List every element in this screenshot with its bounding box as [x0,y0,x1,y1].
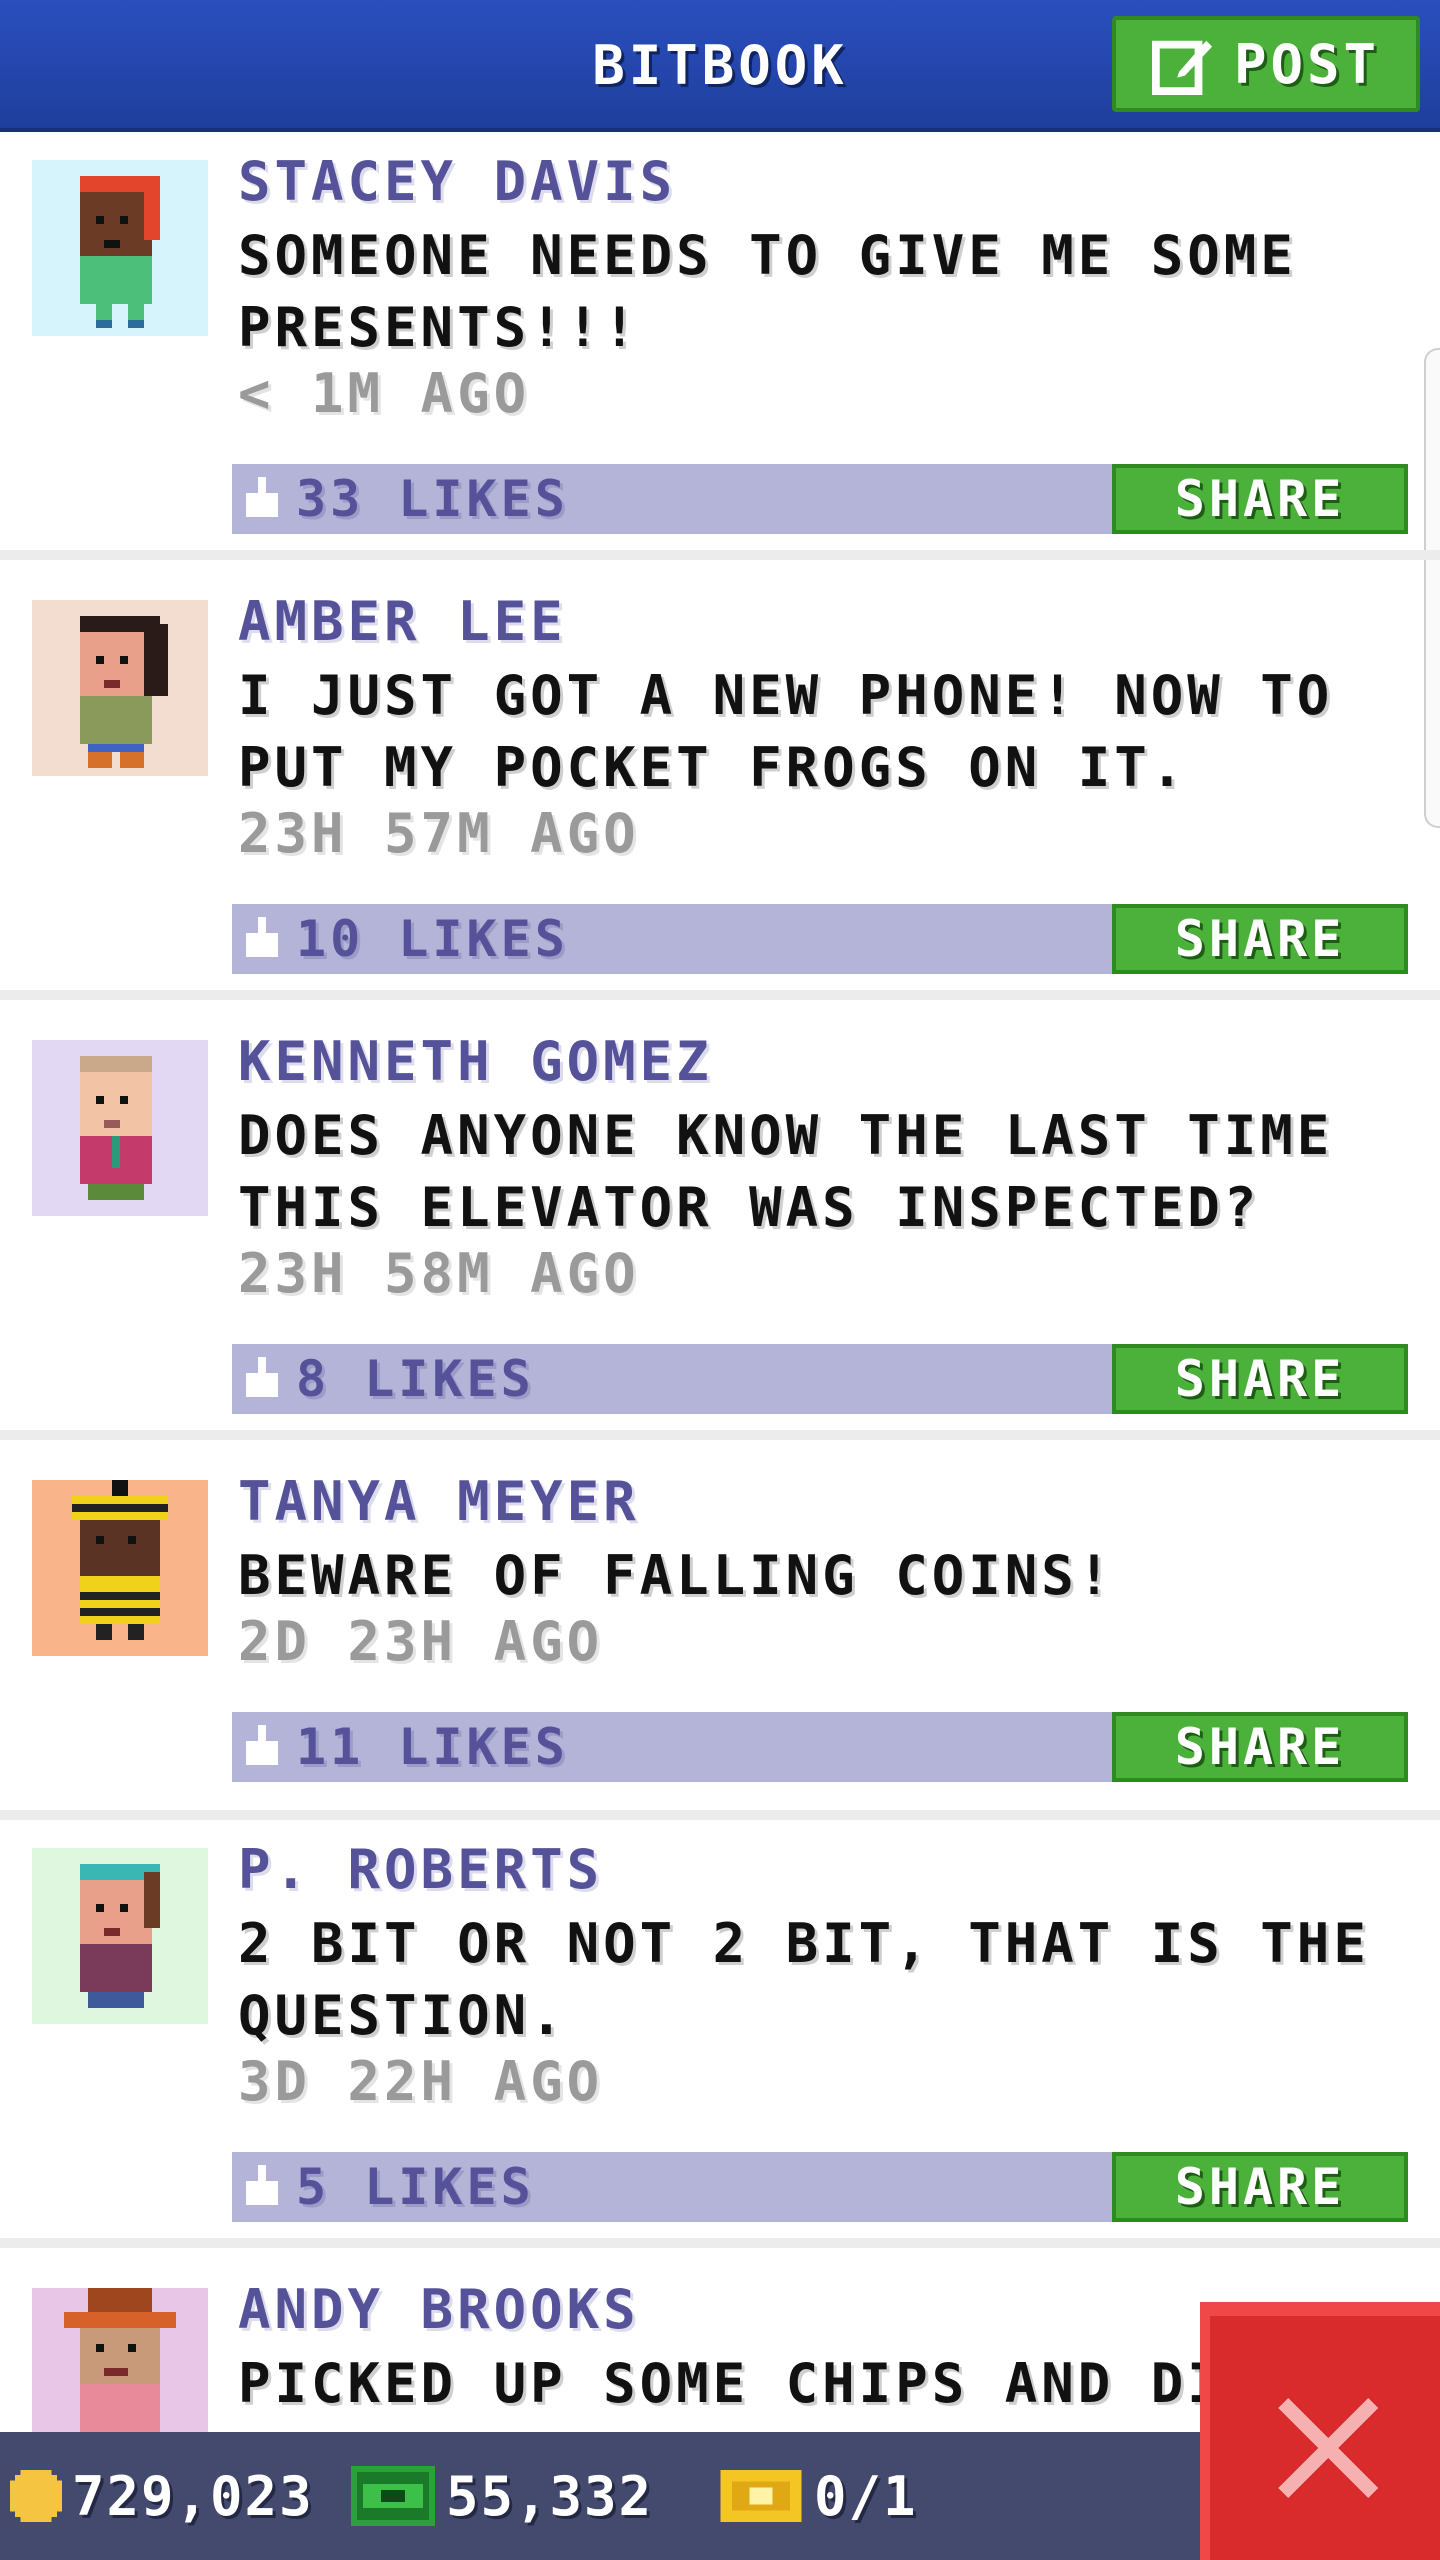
coins-value: 729,023 [72,2464,314,2528]
like-count: 5 LIKES [296,2158,535,2216]
feed-post: TANYA MEYER BEWARE OF FALLING COINS! 2D … [0,1452,1440,1820]
thumbs-up-icon [246,2165,278,2205]
likes-bar: 11 LIKES SHARE [232,1712,1408,1782]
post-message: DOES ANYONE KNOW THE LAST TIME THIS ELEV… [238,1104,1334,1239]
ticket-icon [720,2470,802,2522]
close-button[interactable] [1200,2302,1440,2560]
share-button[interactable]: SHARE [1112,1712,1408,1782]
share-button[interactable]: SHARE [1112,1344,1408,1414]
post-button-label: POST [1233,32,1381,96]
post-button[interactable]: POST [1112,16,1420,112]
post-author[interactable]: P. ROBERTS [238,1838,603,1901]
likes-bar: 33 LIKES SHARE [232,464,1408,534]
feed-post: STACEY DAVIS SOMEONE NEEDS TO GIVE ME SO… [0,132,1440,560]
avatar [32,600,208,776]
like-count: 8 LIKES [296,1350,535,1408]
share-button[interactable]: SHARE [1112,464,1408,534]
bux-icon [351,2466,435,2526]
bux-stat: 55,332 [350,2432,653,2560]
post-message: BEWARE OF FALLING COINS! [238,1544,1115,1607]
feed-post: KENNETH GOMEZ DOES ANYONE KNOW THE LAST … [0,1012,1440,1440]
like-button[interactable]: 8 LIKES [242,1350,535,1408]
post-time: 2D 23H AGO [238,1610,604,1673]
like-button[interactable]: 5 LIKES [242,2158,535,2216]
like-button[interactable]: 10 LIKES [242,910,569,968]
avatar [32,1480,208,1656]
thumbs-up-icon [246,1725,278,1765]
likes-bar: 10 LIKES SHARE [232,904,1408,974]
tickets-value: 0/1 [814,2464,918,2528]
post-author[interactable]: TANYA MEYER [238,1470,640,1533]
post-author[interactable]: ANDY BROOKS [238,2278,640,2341]
avatar [32,1848,208,2024]
avatar [32,1040,208,1216]
top-bar: BITBOOK POST [0,0,1440,132]
likes-bar: 5 LIKES SHARE [232,2152,1408,2222]
feed-post: AMBER LEE I JUST GOT A NEW PHONE! NOW TO… [0,572,1440,1000]
post-time: 23H 57M AGO [238,802,640,865]
coins-stat: 729,023 [10,2432,314,2560]
like-button[interactable]: 33 LIKES [242,470,569,528]
tickets-stat: 0/1 [718,2432,918,2560]
thumbs-up-icon [246,1357,278,1397]
feed-post: P. ROBERTS 2 BIT OR NOT 2 BIT, THAT IS T… [0,1820,1440,2248]
share-button[interactable]: SHARE [1112,904,1408,974]
close-icon [1278,2398,1378,2498]
avatar [32,160,208,336]
post-author[interactable]: STACEY DAVIS [238,150,676,213]
post-message: 2 BIT OR NOT 2 BIT, THAT IS THE QUESTION… [238,1912,1370,2047]
coin-icon [10,2470,62,2522]
bux-value: 55,332 [446,2464,654,2528]
post-time: 3D 22H AGO [238,2050,604,2113]
post-message: I JUST GOT A NEW PHONE! NOW TO PUT MY PO… [238,664,1334,799]
post-message: SOMEONE NEEDS TO GIVE ME SOME PRESENTS!!… [238,224,1297,359]
compose-icon [1151,40,1213,95]
post-time: 23H 58M AGO [238,1242,640,1305]
post-author[interactable]: AMBER LEE [238,590,567,653]
like-button[interactable]: 11 LIKES [242,1718,569,1776]
share-button[interactable]: SHARE [1112,2152,1408,2222]
likes-bar: 8 LIKES SHARE [232,1344,1408,1414]
like-count: 11 LIKES [296,1718,569,1776]
avatar [32,2288,208,2432]
thumbs-up-icon [246,917,278,957]
post-author[interactable]: KENNETH GOMEZ [238,1030,713,1093]
like-count: 10 LIKES [296,910,569,968]
like-count: 33 LIKES [296,470,569,528]
post-time: < 1M AGO [238,362,531,425]
thumbs-up-icon [246,477,278,517]
